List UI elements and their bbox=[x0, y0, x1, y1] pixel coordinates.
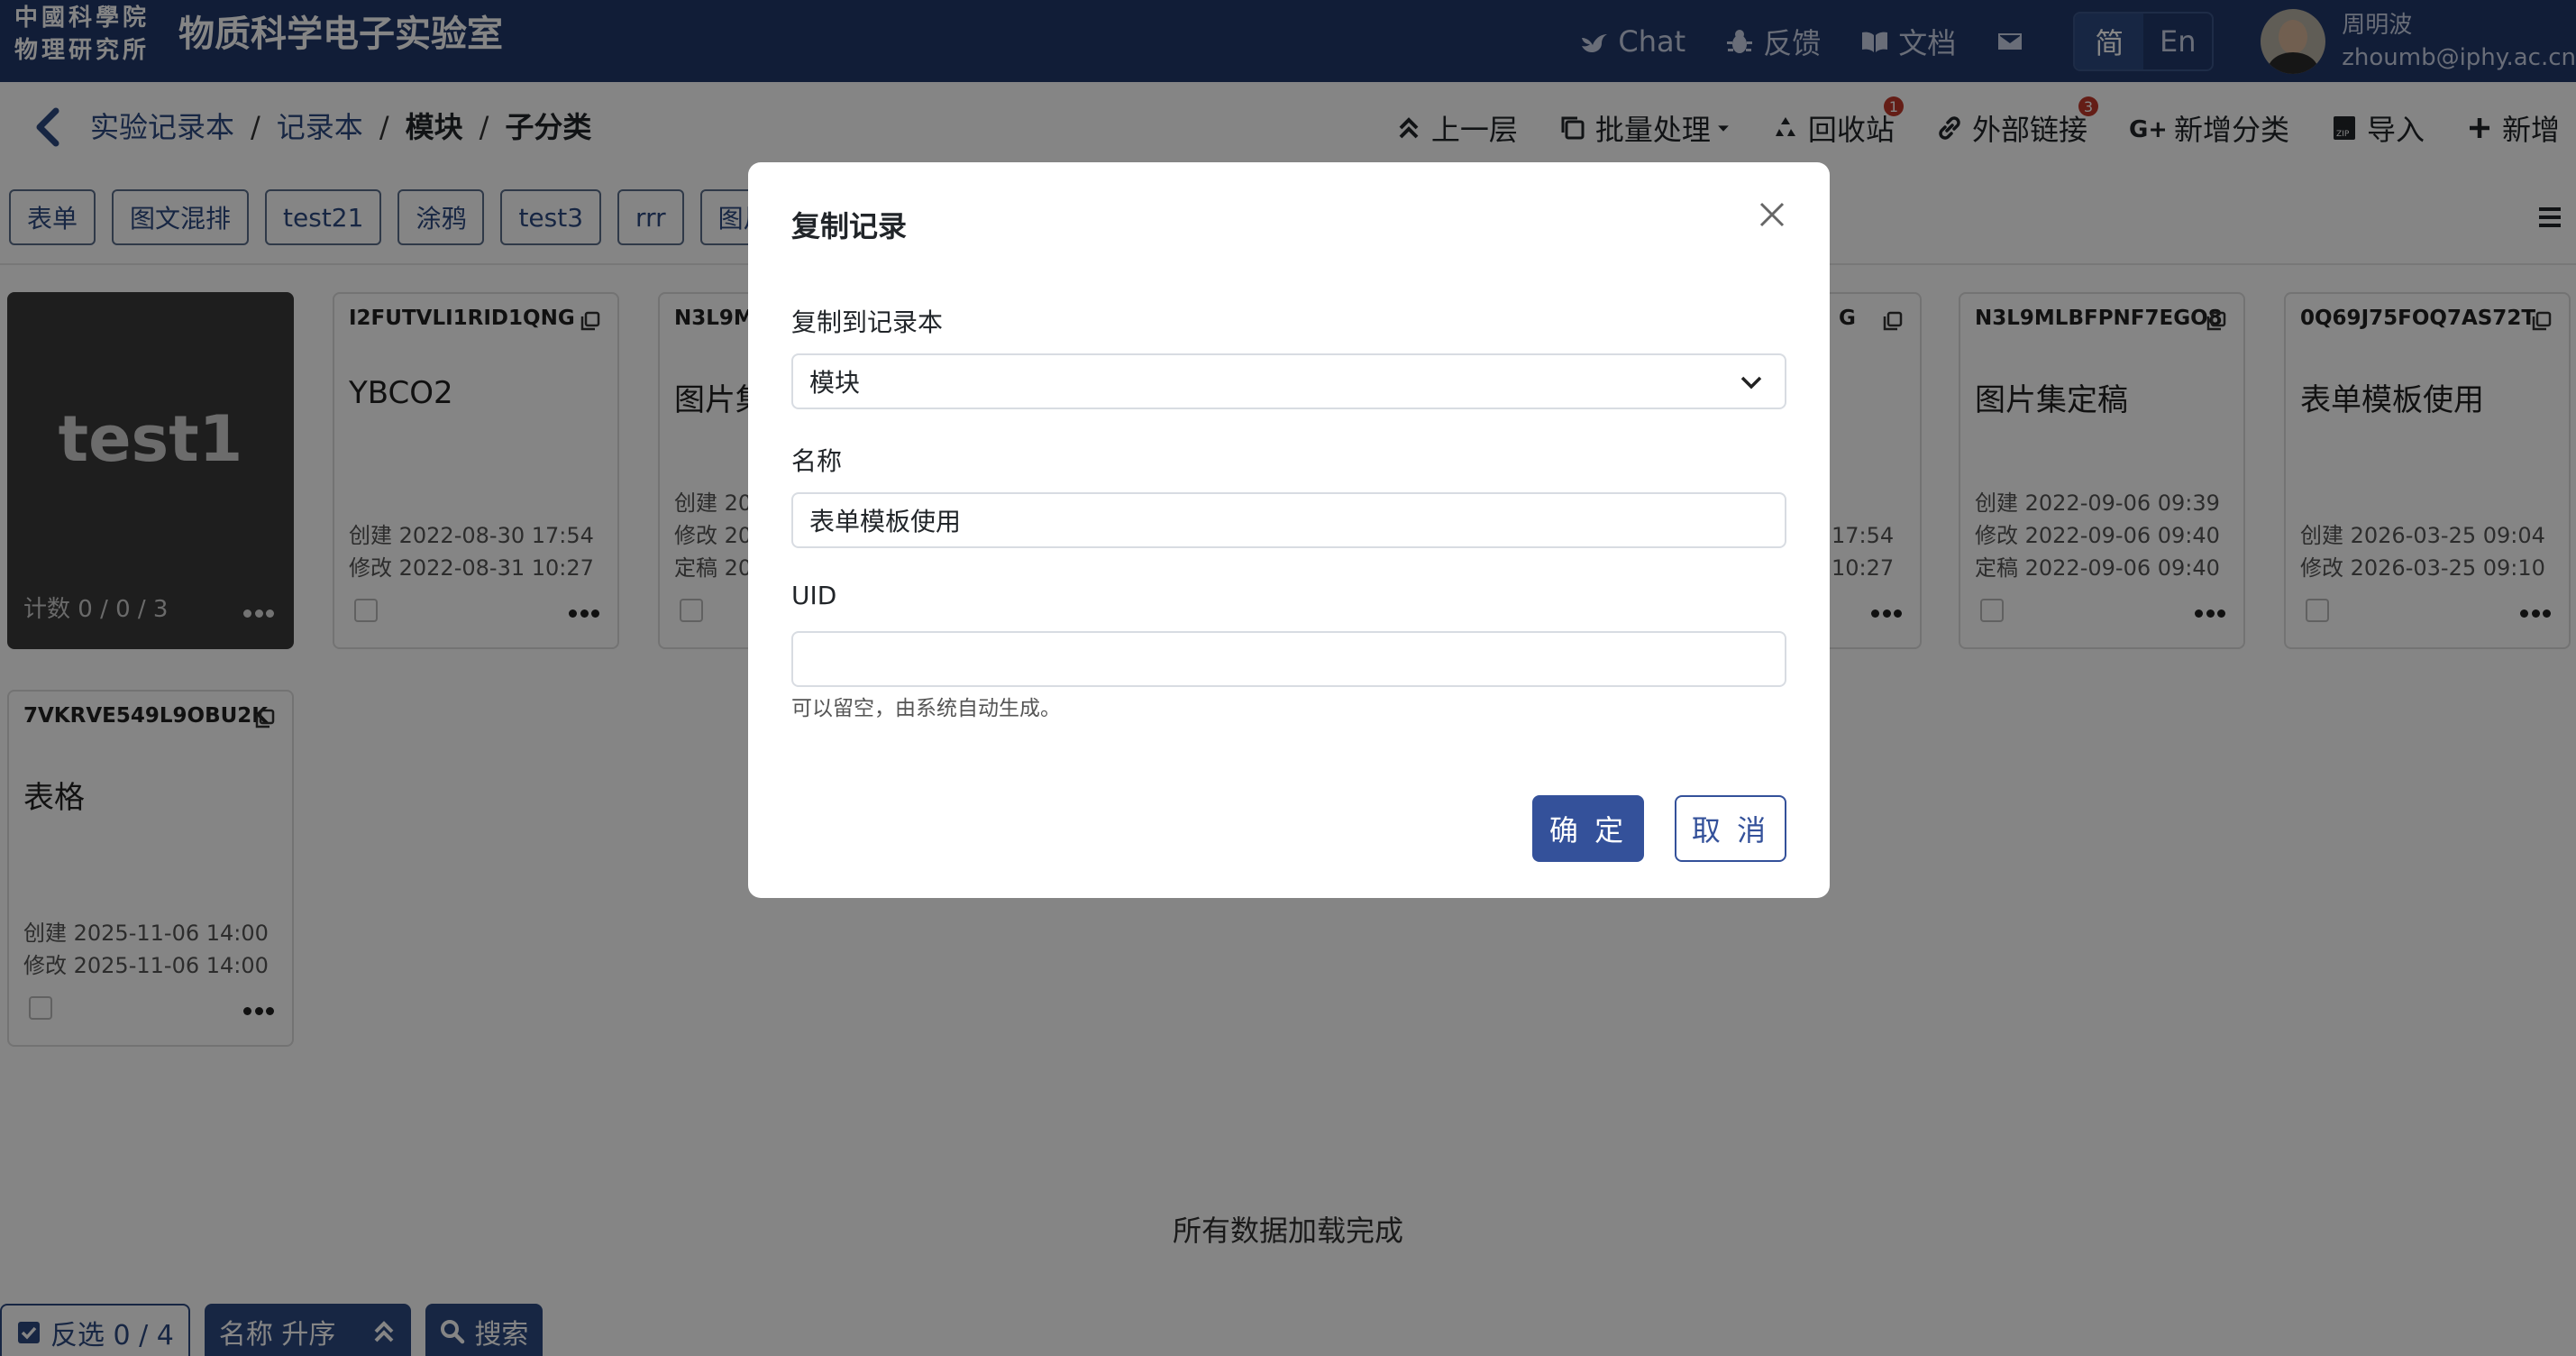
confirm-button[interactable]: 确 定 bbox=[1532, 795, 1644, 862]
name-field[interactable] bbox=[791, 492, 1786, 548]
notebook-selected-value: 模块 bbox=[809, 368, 861, 398]
uid-label: UID bbox=[791, 581, 837, 610]
close-icon[interactable] bbox=[1754, 197, 1790, 233]
name-input[interactable] bbox=[809, 505, 1768, 536]
cancel-button[interactable]: 取 消 bbox=[1675, 795, 1786, 862]
uid-help-text: 可以留空，由系统自动生成。 bbox=[791, 697, 1061, 720]
notebook-select[interactable]: 模块 bbox=[791, 353, 1786, 409]
dialog-title: 复制记录 bbox=[791, 209, 908, 243]
uid-field[interactable] bbox=[791, 631, 1786, 687]
uid-input[interactable] bbox=[809, 644, 1768, 674]
chevron-down-icon bbox=[1740, 376, 1762, 389]
copy-record-dialog: 复制记录 复制到记录本 模块 名称 UID 可以留空，由系统自动生成。 确 定 … bbox=[748, 162, 1830, 898]
notebook-label: 复制到记录本 bbox=[791, 307, 944, 337]
name-label: 名称 bbox=[791, 446, 843, 476]
